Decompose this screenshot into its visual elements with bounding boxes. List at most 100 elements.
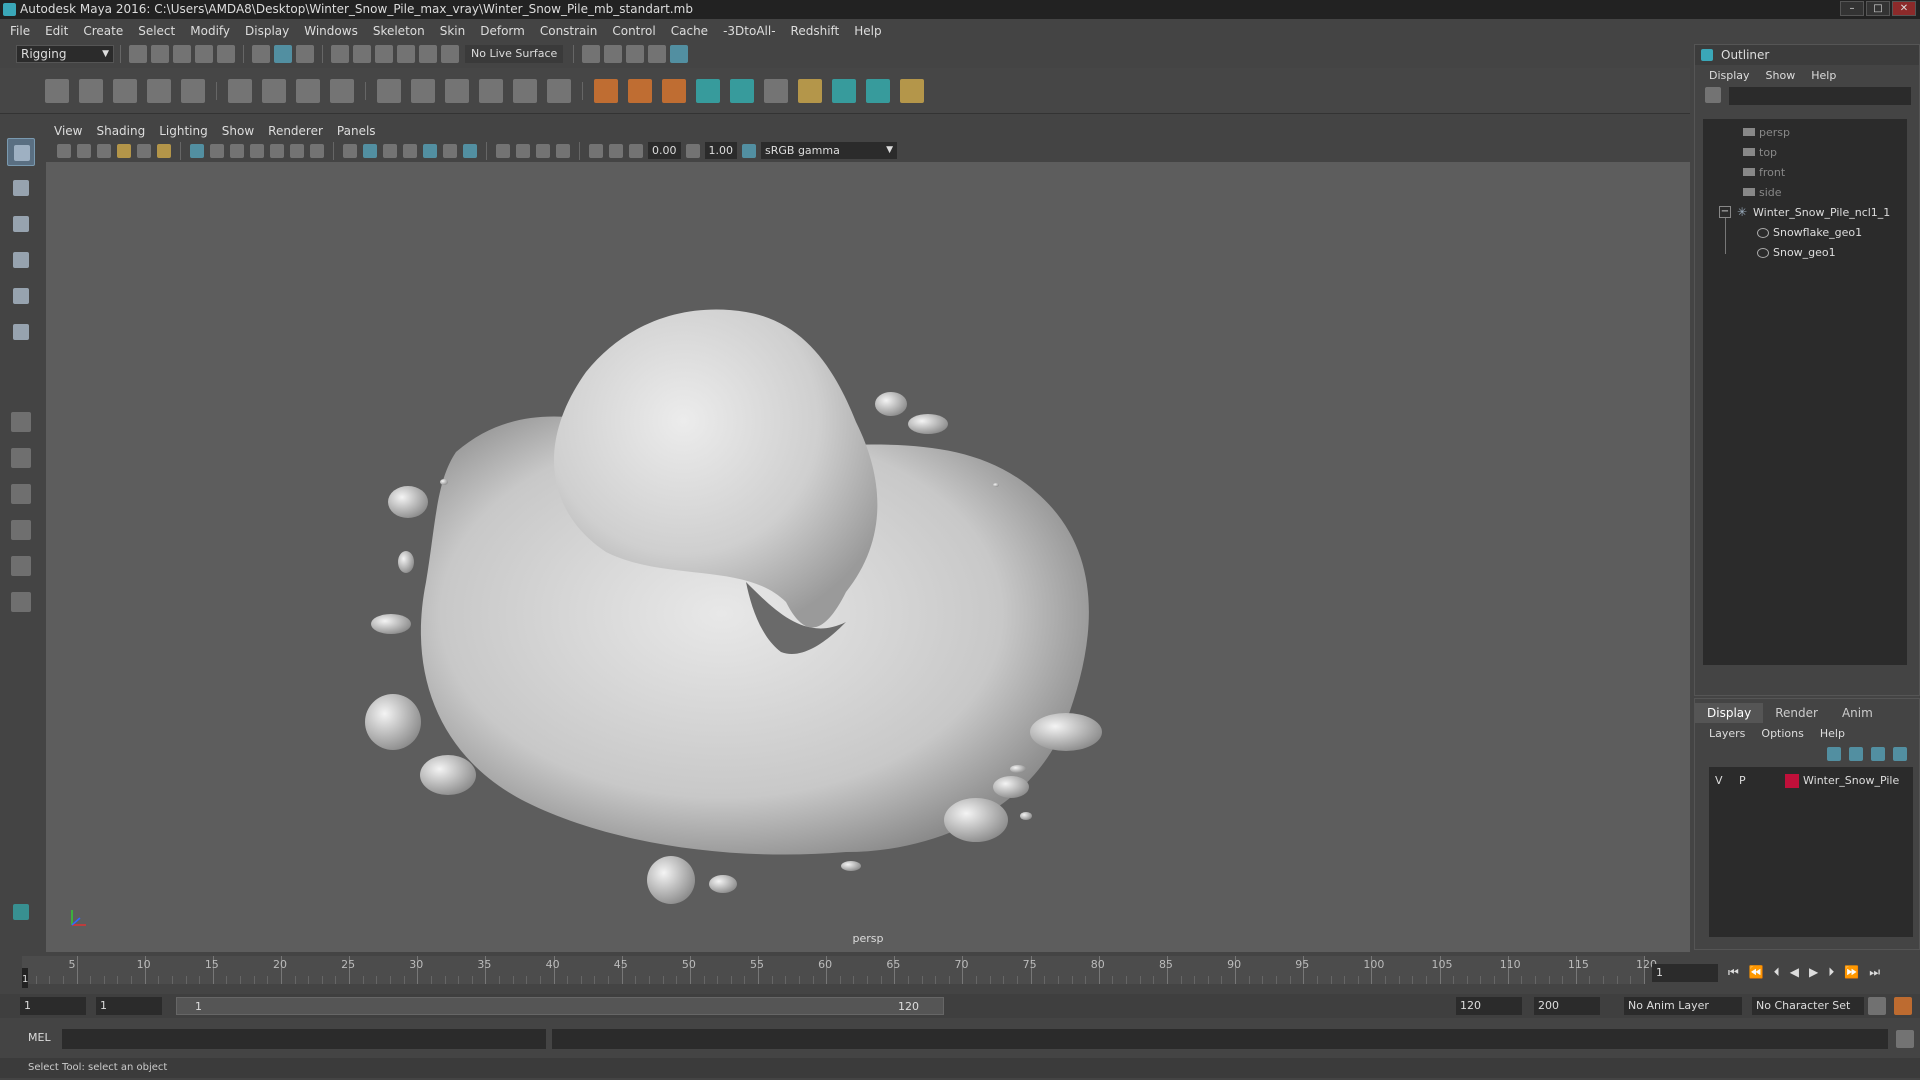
outliner-item-snow[interactable]: Snow_geo1 — [1757, 243, 1836, 263]
shadows-icon[interactable] — [443, 143, 457, 158]
open-scene-icon[interactable] — [151, 45, 169, 63]
vp-menu-show[interactable]: Show — [222, 124, 254, 138]
script-editor-icon[interactable] — [1896, 1030, 1914, 1048]
side-by-side-button[interactable] — [7, 480, 35, 508]
refresh-icon[interactable] — [1705, 87, 1721, 103]
textured-icon[interactable] — [403, 143, 417, 158]
motion-blur-icon[interactable] — [556, 143, 570, 158]
select-tool-button[interactable] — [7, 138, 35, 166]
redo-icon[interactable] — [217, 45, 235, 63]
wireframe-icon[interactable] — [343, 143, 357, 158]
xray-joints-icon[interactable] — [516, 143, 530, 158]
snap-grid-icon[interactable] — [331, 45, 349, 63]
menu-create[interactable]: Create — [83, 24, 123, 38]
gamma-toggle-icon[interactable] — [685, 143, 700, 158]
undo-icon[interactable] — [195, 45, 213, 63]
render-view-icon[interactable] — [670, 45, 689, 63]
outliner-menu-display[interactable]: Display — [1709, 69, 1750, 82]
close-button[interactable]: ✕ — [1892, 1, 1916, 16]
field-chart-icon[interactable] — [270, 143, 284, 158]
current-frame-marker[interactable]: 1 — [22, 968, 28, 988]
anim-prefs-icon[interactable] — [1894, 997, 1912, 1015]
layer-visibility-toggle[interactable]: V — [1715, 771, 1723, 791]
deform-tool-icon[interactable] — [900, 78, 924, 103]
bookmark-icon[interactable] — [97, 143, 111, 158]
outliner-menu-help[interactable]: Help — [1811, 69, 1836, 82]
menu-deform[interactable]: Deform — [480, 24, 525, 38]
outliner-item-group[interactable]: ✳ Winter_Snow_Pile_ncl1_1 — [1737, 203, 1890, 223]
menu-file[interactable]: File — [10, 24, 30, 38]
ik-handle-icon[interactable] — [79, 78, 103, 103]
outliner-item-persp[interactable]: persp — [1743, 123, 1790, 143]
paint-weights-icon[interactable] — [262, 78, 286, 103]
gamma-field[interactable]: 1.00 — [704, 142, 737, 159]
isolate-icon[interactable] — [536, 143, 550, 158]
gate-mask-icon[interactable] — [250, 143, 264, 158]
layer-playback-toggle[interactable]: P — [1739, 771, 1746, 791]
maximize-button[interactable]: □ — [1866, 1, 1890, 16]
range-slider[interactable]: 1 120 — [176, 997, 944, 1015]
time-slider-track[interactable]: 5 10 15 20 25 30 35 40 45 50 55 60 65 70 75 80 85 90 95 100… — [22, 956, 1657, 984]
collapse-toggle[interactable]: − — [1719, 206, 1731, 218]
playback-start-field[interactable]: 1 — [96, 997, 162, 1015]
layer-menu-help[interactable]: Help — [1820, 727, 1845, 740]
hik-rig-icon[interactable] — [866, 78, 890, 103]
outliner-menu-show[interactable]: Show — [1766, 69, 1796, 82]
vp-menu-shading[interactable]: Shading — [96, 124, 145, 138]
menu-modify[interactable]: Modify — [190, 24, 230, 38]
constraint-orient-icon[interactable] — [445, 78, 469, 103]
vp-menu-view[interactable]: View — [54, 124, 82, 138]
use-lights-icon[interactable] — [423, 143, 437, 158]
go-to-end-icon[interactable]: ⏭ — [1869, 965, 1880, 980]
menu-redshift[interactable]: Redshift — [791, 24, 840, 38]
mode-selector[interactable]: Rigging ▼ — [16, 45, 114, 63]
lasso-tool-button[interactable] — [7, 174, 35, 202]
snap-view-icon[interactable] — [397, 45, 415, 63]
single-view-button[interactable] — [7, 408, 35, 436]
menu-skin[interactable]: Skin — [440, 24, 466, 38]
orient-joint-icon[interactable] — [181, 78, 205, 103]
menu-3dtoall[interactable]: -3DtoAll- — [723, 24, 775, 38]
outliner-item-front[interactable]: front — [1743, 163, 1785, 183]
3d-viewport[interactable]: persp — [46, 162, 1690, 954]
character-set-select[interactable]: No Character Set — [1752, 997, 1864, 1015]
layer-row[interactable]: V P Winter_Snow_Pile — [1709, 771, 1913, 791]
new-layer-selected-icon[interactable] — [1893, 747, 1907, 761]
color-space-select[interactable]: sRGB gamma ▼ — [761, 142, 897, 159]
mel-label[interactable]: MEL — [28, 1031, 51, 1044]
command-input[interactable] — [62, 1029, 546, 1049]
menu-control[interactable]: Control — [612, 24, 655, 38]
anim-layer-select[interactable]: No Anim Layer — [1624, 997, 1742, 1015]
persp-graph-button[interactable] — [7, 552, 35, 580]
layer-menu-layers[interactable]: Layers — [1709, 727, 1745, 740]
mirror-joint-icon[interactable] — [147, 78, 171, 103]
menu-display[interactable]: Display — [245, 24, 289, 38]
move-layer-down-icon[interactable] — [1849, 747, 1863, 761]
render-settings-icon[interactable] — [626, 45, 645, 63]
auto-key-icon[interactable] — [1868, 997, 1886, 1015]
exposure-icon[interactable] — [589, 143, 603, 158]
xray-icon[interactable] — [496, 143, 510, 158]
wireframe-on-shaded-icon[interactable] — [383, 143, 397, 158]
menu-cache[interactable]: Cache — [671, 24, 708, 38]
lattice-icon[interactable] — [296, 78, 320, 103]
snap-point-icon[interactable] — [375, 45, 393, 63]
resolution-gate-icon[interactable] — [230, 143, 244, 158]
outliner-search-input[interactable] — [1729, 87, 1911, 105]
menu-select[interactable]: Select — [138, 24, 175, 38]
step-back-frame-icon[interactable]: ⏴ — [1774, 965, 1780, 980]
menu-skeleton[interactable]: Skeleton — [373, 24, 425, 38]
ik-spline-icon[interactable] — [113, 78, 137, 103]
hypershade-icon[interactable] — [648, 45, 667, 63]
snap-surface-icon[interactable] — [419, 45, 437, 63]
minimize-button[interactable]: – — [1840, 1, 1864, 16]
vp-menu-renderer[interactable]: Renderer — [268, 124, 323, 138]
persp-outliner-button[interactable] — [7, 516, 35, 544]
outliner-item-side[interactable]: side — [1743, 183, 1782, 203]
constraint-parent-icon[interactable] — [513, 78, 537, 103]
start-frame-field[interactable]: 1 — [20, 997, 86, 1015]
render-frame-icon[interactable] — [582, 45, 601, 63]
exposure-reset-icon[interactable] — [609, 143, 623, 158]
end-frame-field[interactable]: 200 — [1534, 997, 1600, 1015]
playback-end-field[interactable]: 120 — [1456, 997, 1522, 1015]
